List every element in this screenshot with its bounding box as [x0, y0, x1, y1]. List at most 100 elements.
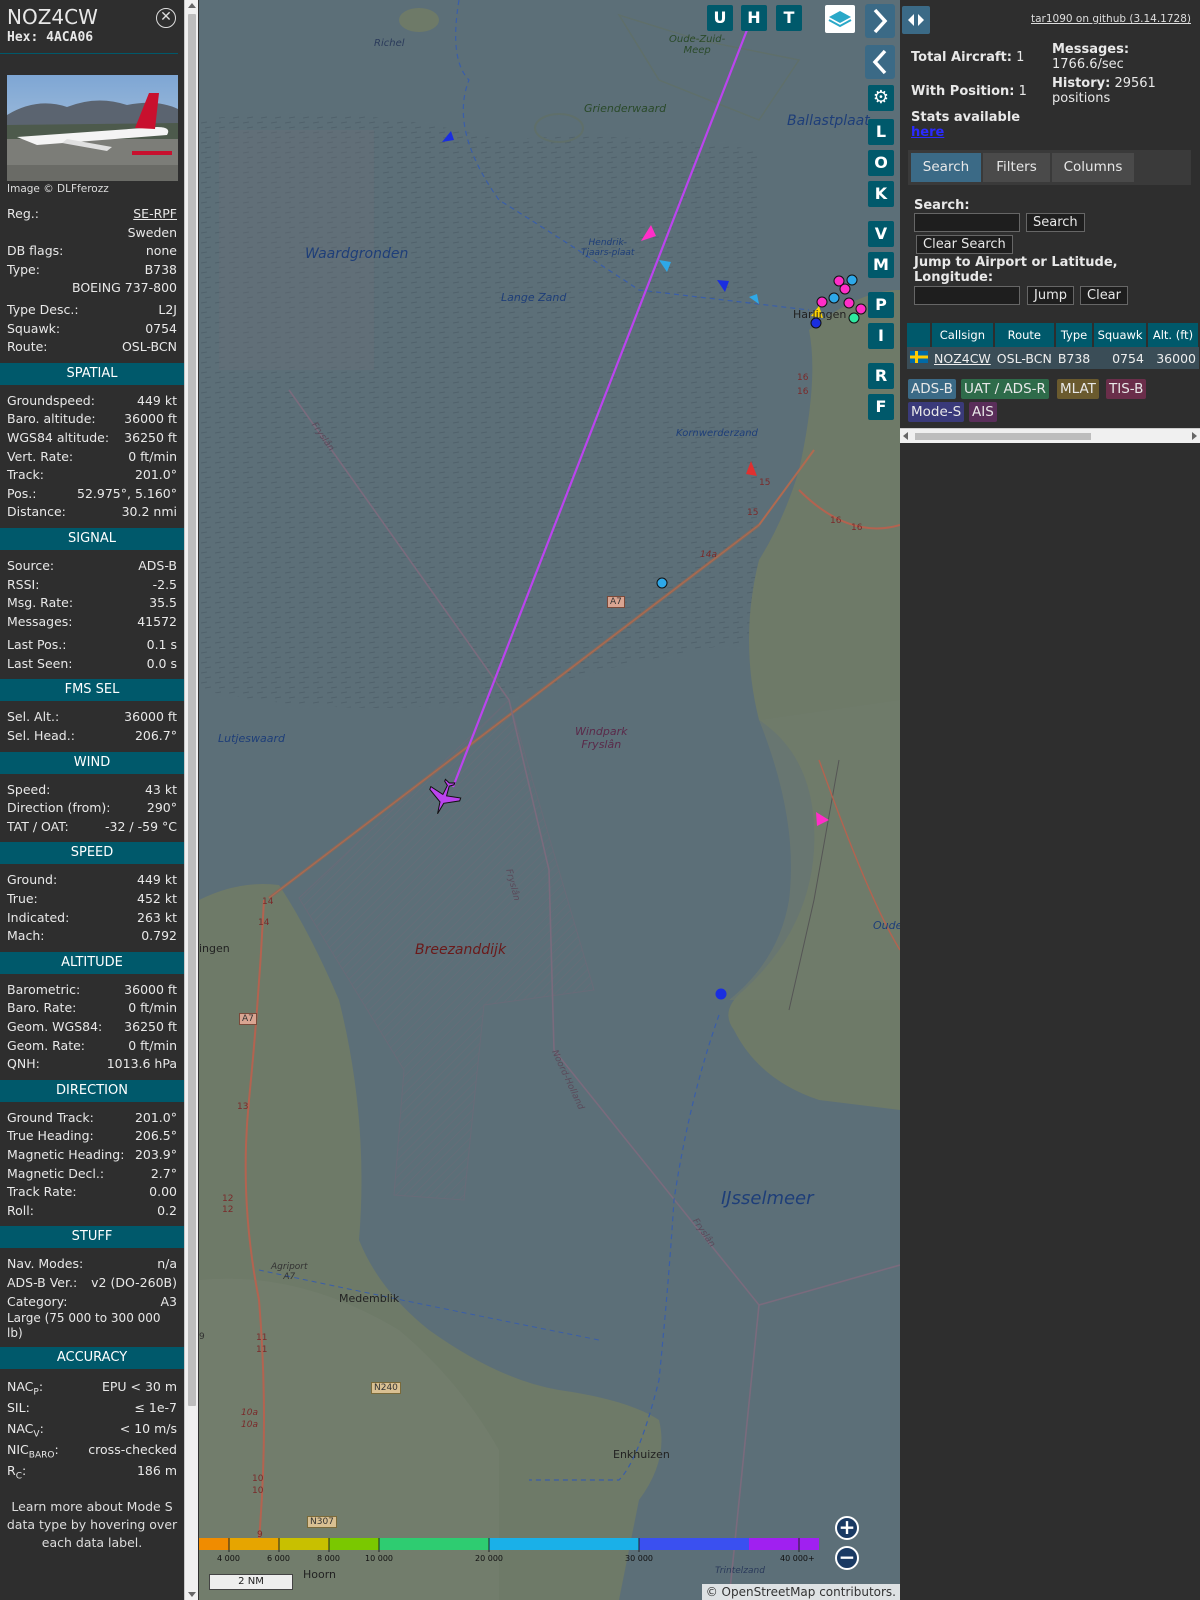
- aircraft-photo[interactable]: [7, 75, 178, 181]
- label-breezanddijk: Breezanddijk: [415, 942, 507, 958]
- info-row-label: Track:: [7, 467, 44, 483]
- map-view[interactable]: Richel Oude-Zuid- Meep Grienderwaard Bal…: [199, 0, 900, 1600]
- button-l[interactable]: L: [868, 119, 894, 145]
- fms-rows: Sel. Alt.: 36000 ft Sel. Head.: 206.7°: [0, 708, 184, 745]
- button-o[interactable]: O: [868, 150, 894, 176]
- button-t[interactable]: T: [776, 5, 802, 31]
- scroll-up-icon[interactable]: [188, 3, 196, 8]
- scroll-left-icon[interactable]: [903, 432, 908, 440]
- badge-mode-s[interactable]: Mode-S: [908, 402, 965, 422]
- badge-tisb[interactable]: TIS-B: [1106, 379, 1147, 399]
- reg-link[interactable]: SE-RPF: [133, 205, 177, 224]
- clear-button[interactable]: Clear: [1080, 286, 1128, 305]
- tab-filters[interactable]: Filters: [983, 153, 1050, 182]
- legend-tick: 30 000: [625, 1554, 653, 1563]
- settings-gear-icon[interactable]: ⚙: [868, 85, 894, 111]
- scrollbar-thumb[interactable]: [188, 14, 196, 1406]
- info-row-value: 36000 ft: [124, 709, 177, 725]
- info-row-value: 41572: [137, 613, 177, 629]
- zoom-out-icon[interactable]: −: [835, 1546, 859, 1570]
- category-description: Large (75 000 to 300 000 lb): [7, 1311, 161, 1341]
- type-value: B738: [144, 261, 177, 277]
- button-u[interactable]: U: [707, 5, 733, 31]
- info-row-label: Indicated:: [7, 909, 70, 925]
- hex-label: Hex:: [7, 30, 39, 45]
- info-row-label: RSSI:: [7, 576, 40, 592]
- label-richel: Richel: [374, 38, 405, 49]
- jump-input[interactable]: [914, 286, 1020, 305]
- info-row-label: Geom. Rate:: [7, 1037, 86, 1053]
- info-row-value: 2.7°: [150, 1165, 177, 1181]
- jump-button[interactable]: Jump: [1027, 286, 1074, 305]
- info-row-value: 0 ft/min: [128, 448, 177, 464]
- road-exit-12b: 12: [222, 1205, 234, 1215]
- hscroll-thumb[interactable]: [915, 433, 1091, 440]
- clear-search-button[interactable]: Clear Search: [916, 235, 1013, 254]
- search-button[interactable]: Search: [1026, 213, 1085, 232]
- button-v[interactable]: V: [868, 221, 894, 247]
- button-f[interactable]: F: [868, 394, 894, 420]
- info-row: Ground: 449 kt: [0, 871, 184, 890]
- col-type[interactable]: Type: [1054, 323, 1095, 347]
- aircraft-table: Callsign Route Type Squawk Alt. (ft) NOZ…: [907, 323, 1200, 369]
- button-m[interactable]: M: [868, 252, 894, 278]
- label-kornwerderzand: Kornwerderzand: [676, 428, 758, 439]
- rc-value: 186 m: [136, 1463, 177, 1479]
- col-squawk[interactable]: Squawk: [1093, 323, 1148, 347]
- label-hoorn: Hoorn: [303, 1568, 337, 1581]
- info-row-value: 449 kt: [137, 872, 177, 888]
- col-altitude[interactable]: Alt. (ft): [1146, 323, 1200, 347]
- info-row: Baro. Rate: 0 ft/min: [0, 999, 184, 1018]
- search-input[interactable]: [914, 213, 1020, 232]
- info-row-value: 0.00: [149, 1184, 177, 1200]
- cell-altitude: 36000: [1146, 347, 1199, 369]
- road-shield-a7-nh: A7: [239, 1013, 257, 1025]
- button-p[interactable]: P: [868, 292, 894, 318]
- close-icon[interactable]: ✕: [156, 8, 176, 28]
- road-exit-10c: 10: [252, 1474, 264, 1484]
- button-h[interactable]: H: [741, 5, 767, 31]
- toggle-sidebar-icon[interactable]: [902, 6, 930, 34]
- info-row-label: ADS-B Ver.:: [7, 1274, 78, 1290]
- badge-adsb[interactable]: ADS-B: [908, 379, 956, 399]
- label-oude: Oude: [873, 919, 900, 932]
- label-windpark-fryslan: Windpark Fryslân: [575, 725, 628, 751]
- col-route[interactable]: Route: [993, 323, 1056, 347]
- col-flag[interactable]: [907, 323, 932, 347]
- label-ingen: ingen: [199, 942, 230, 955]
- table-row[interactable]: NOZ4CW OSL-BCN B738 0754 36000: [907, 347, 1199, 369]
- version-link[interactable]: tar1090 on github (3.14.1728): [1031, 13, 1191, 25]
- table-horizontal-scrollbar[interactable]: [900, 428, 1200, 443]
- tab-columns[interactable]: Columns: [1052, 153, 1134, 182]
- info-row-value: 263 kt: [137, 909, 177, 925]
- info-panel-scrollbar[interactable]: [184, 0, 198, 1600]
- badge-uat-adsr[interactable]: UAT / ADS-R: [961, 379, 1049, 399]
- col-callsign[interactable]: Callsign: [931, 323, 995, 347]
- section-direction: DIRECTION: [0, 1079, 184, 1102]
- dbflags-row: DB flags: none: [0, 242, 184, 261]
- sidebar-tabs: Search Filters Columns: [908, 150, 1191, 185]
- button-r[interactable]: R: [868, 363, 894, 389]
- tab-search[interactable]: Search: [911, 153, 981, 182]
- button-i[interactable]: I: [868, 323, 894, 349]
- badge-ais[interactable]: AIS: [969, 402, 997, 422]
- info-row-label: WGS84 altitude:: [7, 429, 110, 445]
- info-row-label: Speed:: [7, 781, 51, 797]
- cell-callsign[interactable]: NOZ4CW: [931, 347, 994, 369]
- map-attribution[interactable]: © OpenStreetMap contributors.: [701, 1584, 900, 1600]
- expand-sidebar-icon[interactable]: [865, 4, 895, 38]
- scroll-down-icon[interactable]: [188, 1592, 196, 1597]
- collapse-sidebar-icon[interactable]: [865, 45, 895, 79]
- legend-tick: 20 000: [475, 1554, 503, 1563]
- sil-row: SIL: ≤ 1e-7: [0, 1397, 184, 1418]
- button-k[interactable]: K: [868, 181, 894, 207]
- info-row-label: Magnetic Heading:: [7, 1146, 125, 1162]
- road-exit-10b: 10a: [241, 1420, 258, 1430]
- layers-icon[interactable]: [825, 5, 855, 33]
- zoom-in-icon[interactable]: +: [835, 1516, 859, 1540]
- scroll-right-icon[interactable]: [1192, 432, 1197, 440]
- stats-link[interactable]: here: [911, 125, 944, 140]
- badge-mlat[interactable]: MLAT: [1057, 379, 1099, 399]
- road-exit-12a: 12: [222, 1194, 234, 1204]
- stuff-rows: Nav. Modes: n/a ADS-B Ver.: v2 (DO-260B) Cat…: [0, 1255, 184, 1311]
